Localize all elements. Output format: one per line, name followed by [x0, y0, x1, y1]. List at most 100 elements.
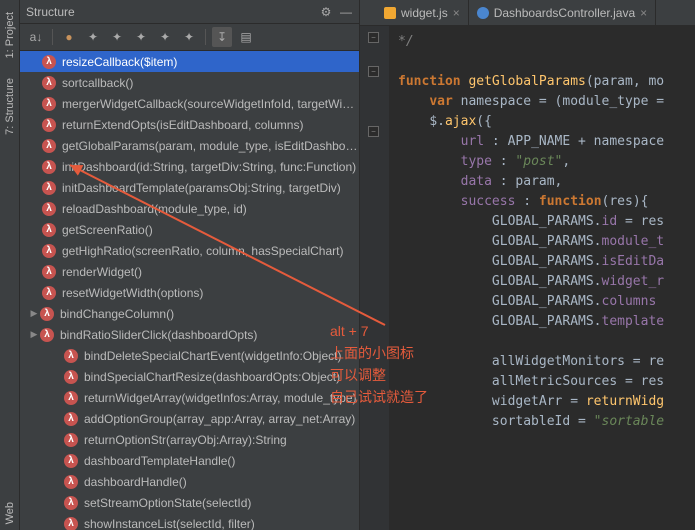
minimize-icon[interactable]: ―	[339, 5, 353, 19]
lambda-icon: λ	[64, 454, 78, 468]
structure-item[interactable]: λ initDashboardTemplate(paramsObj:String,…	[20, 177, 359, 198]
structure-item[interactable]: λ returnOptionStr(arrayObj:Array):String	[20, 429, 359, 450]
autoscroll-icon[interactable]: ↧	[212, 27, 232, 47]
structure-item-label: bindDeleteSpecialChartEvent(widgetInfo:O…	[84, 349, 341, 363]
fold-mark-icon[interactable]: −	[368, 126, 379, 137]
structure-item[interactable]: λdashboardHandle()	[20, 471, 359, 492]
structure-item[interactable]: λ getGlobalParams(param, module_type, isE…	[20, 135, 359, 156]
lambda-icon: λ	[42, 223, 56, 237]
close-icon[interactable]: ×	[640, 6, 647, 20]
lambda-icon: λ	[42, 286, 56, 300]
lambda-icon: λ	[42, 97, 56, 111]
lambda-icon: λ	[42, 244, 56, 258]
lambda-icon: λ	[64, 433, 78, 447]
structure-item[interactable]: ▶λ bindChangeColumn()	[20, 303, 359, 324]
java-file-icon	[477, 7, 489, 19]
filter-3-icon[interactable]: ✦	[131, 27, 151, 47]
structure-item[interactable]: λ showInstanceList(selectId, filter)	[20, 513, 359, 530]
structure-item[interactable]: λ getHighRatio(screenRatio, column, hasSp…	[20, 240, 359, 261]
structure-item-label: returnOptionStr(arrayObj:Array):String	[84, 433, 287, 447]
filter-1-icon[interactable]: ✦	[83, 27, 103, 47]
filter-2-icon[interactable]: ✦	[107, 27, 127, 47]
lambda-icon: λ	[42, 76, 56, 90]
structure-item-label: renderWidget()	[62, 265, 142, 279]
structure-item-label: getGlobalParams(param, module_type, isEd…	[62, 139, 359, 153]
tool-tab-web[interactable]: Web	[2, 496, 18, 530]
structure-item[interactable]: λ mergerWidgetCallback(sourceWidgetInfoId…	[20, 93, 359, 114]
structure-item-label: returnExtendOpts(isEditDashboard, column…	[62, 118, 303, 132]
expander-icon[interactable]: ▶	[28, 329, 40, 340]
left-tool-strip: 1: Project 7: Structure Web	[0, 0, 20, 530]
structure-item[interactable]: ▶λbindRatioSliderClick(dashboardOpts)	[20, 324, 359, 345]
panel-title: Structure	[26, 5, 313, 19]
lambda-icon: λ	[42, 139, 56, 153]
structure-item[interactable]: λ renderWidget()	[20, 261, 359, 282]
lambda-icon: λ	[42, 265, 56, 279]
structure-item[interactable]: λbindSpecialChartResize(dashboardOpts:Ob…	[20, 366, 359, 387]
structure-toolbar: a↓ ● ✦ ✦ ✦ ✦ ✦ ↧ ▤	[20, 24, 359, 51]
editor-gutter[interactable]: − − −	[360, 26, 390, 530]
gear-icon[interactable]: ⚙	[319, 5, 333, 19]
structure-item-label: dashboardHandle()	[84, 475, 187, 489]
lambda-icon: λ	[42, 181, 56, 195]
structure-item[interactable]: λ addOptionGroup(array_app:Array, array_n…	[20, 408, 359, 429]
expander-icon[interactable]: ▶	[28, 308, 40, 319]
structure-item-label: sortcallback()	[62, 76, 133, 90]
close-icon[interactable]: ×	[453, 6, 460, 20]
structure-item[interactable]: λ returnExtendOpts(isEditDashboard, colum…	[20, 114, 359, 135]
lambda-icon: λ	[42, 202, 56, 216]
structure-item-label: addOptionGroup(array_app:Array, array_ne…	[84, 412, 355, 426]
expand-icon[interactable]: ▤	[236, 27, 256, 47]
structure-item-label: bindRatioSliderClick(dashboardOpts)	[60, 328, 257, 342]
tab-label: widget.js	[401, 6, 448, 20]
lambda-icon: λ	[64, 349, 78, 363]
lambda-icon: λ	[64, 517, 78, 530]
pin-icon[interactable]: ●	[59, 27, 79, 47]
structure-item-label: getScreenRatio()	[62, 223, 153, 237]
tool-tab-structure[interactable]: 7: Structure	[2, 72, 18, 141]
structure-item[interactable]: λ setStreamOptionState(selectId)	[20, 492, 359, 513]
editor-area: widget.js × DashboardsController.java × …	[360, 0, 695, 530]
filter-5-icon[interactable]: ✦	[179, 27, 199, 47]
fold-mark-icon[interactable]: −	[368, 32, 379, 43]
lambda-icon: λ	[42, 160, 56, 174]
structure-item-label: setStreamOptionState(selectId)	[84, 496, 251, 510]
structure-item[interactable]: λ reloadDashboard(module_type, id)	[20, 198, 359, 219]
lambda-icon: λ	[42, 118, 56, 132]
structure-tree[interactable]: λresizeCallback($item)λsortcallback()λme…	[20, 51, 359, 530]
lambda-icon: λ	[40, 307, 54, 321]
structure-item-label: resizeCallback($item)	[62, 55, 177, 69]
structure-item-label: bindChangeColumn()	[60, 307, 174, 321]
lambda-icon: λ	[64, 412, 78, 426]
structure-item-label: reloadDashboard(module_type, id)	[62, 202, 247, 216]
separator	[205, 29, 206, 45]
structure-item[interactable]: λ getScreenRatio()	[20, 219, 359, 240]
tool-tab-project[interactable]: 1: Project	[2, 6, 18, 64]
structure-item-label: initDashboardTemplate(paramsObj:String, …	[62, 181, 341, 195]
lambda-icon: λ	[64, 496, 78, 510]
structure-item-label: initDashboard(id:String, targetDiv:Strin…	[62, 160, 356, 174]
tab-widget-js[interactable]: widget.js ×	[376, 0, 469, 25]
tab-dashboards-controller[interactable]: DashboardsController.java ×	[469, 0, 656, 25]
structure-item[interactable]: λresizeCallback($item)	[20, 51, 359, 72]
structure-header: Structure ⚙ ―	[20, 0, 359, 24]
structure-item[interactable]: λ bindDeleteSpecialChartEvent(widgetInfo:…	[20, 345, 359, 366]
structure-item-label: mergerWidgetCallback(sourceWidgetInfoId,…	[62, 97, 359, 111]
editor-tabs: widget.js × DashboardsController.java ×	[360, 0, 695, 26]
structure-item[interactable]: λ initDashboard(id:String, targetDiv:Stri…	[20, 156, 359, 177]
fold-mark-icon[interactable]: −	[368, 66, 379, 77]
structure-item[interactable]: λreturnWidgetArray(widgetInfos:Array, mo…	[20, 387, 359, 408]
structure-item[interactable]: λ sortcallback()	[20, 72, 359, 93]
filter-4-icon[interactable]: ✦	[155, 27, 175, 47]
structure-item-label: getHighRatio(screenRatio, column, hasSpe…	[62, 244, 343, 258]
structure-item-label: dashboardTemplateHandle()	[84, 454, 235, 468]
structure-item[interactable]: λresetWidgetWidth(options)	[20, 282, 359, 303]
lambda-icon: λ	[64, 370, 78, 384]
separator	[52, 29, 53, 45]
js-file-icon	[384, 7, 396, 19]
sort-az-icon[interactable]: a↓	[26, 27, 46, 47]
tab-label: DashboardsController.java	[494, 6, 635, 20]
structure-item[interactable]: λ dashboardTemplateHandle()	[20, 450, 359, 471]
structure-item-label: showInstanceList(selectId, filter)	[84, 517, 255, 530]
code-editor[interactable]: */ function getGlobalParams(param, mo va…	[390, 26, 695, 530]
